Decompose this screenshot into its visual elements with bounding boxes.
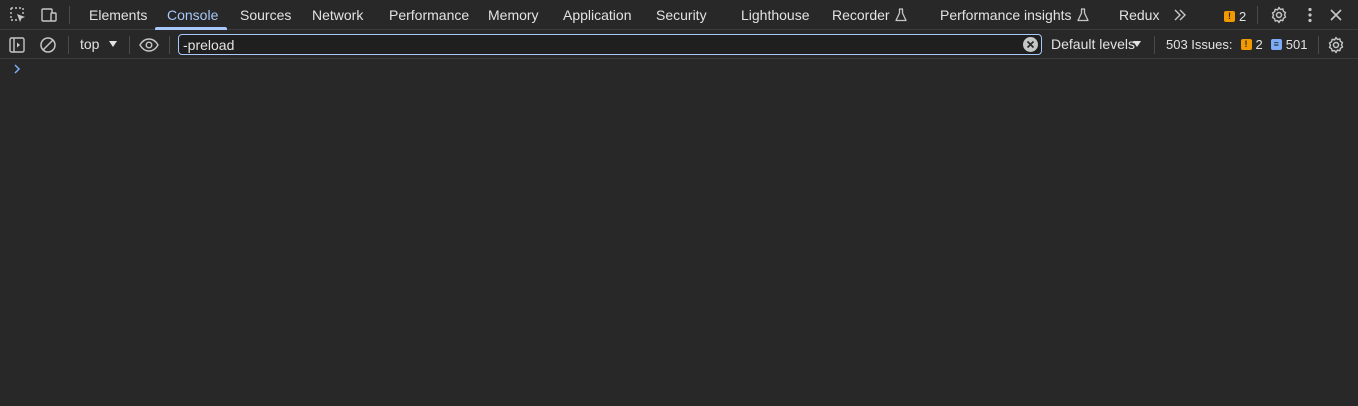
customize-menu-button[interactable] — [1299, 4, 1321, 26]
tab-recorder[interactable]: Recorder — [832, 0, 907, 30]
tab-recorder-label: Recorder — [832, 7, 890, 23]
close-devtools-button[interactable] — [1325, 4, 1347, 26]
info-message-icon: ≡ — [1270, 39, 1282, 50]
warning-count: 2 — [1239, 8, 1247, 24]
flask-icon — [894, 8, 907, 22]
gear-icon — [1271, 6, 1287, 24]
warning-icon: ! — [1224, 10, 1235, 22]
issues-label: 503 Issues: — [1166, 37, 1233, 52]
device-toolbar-icon — [41, 8, 57, 22]
sidebar-toggle-icon — [9, 37, 25, 53]
tab-sources[interactable]: Sources — [240, 0, 291, 30]
toolbar-divider — [68, 36, 69, 54]
tab-memory[interactable]: Memory — [488, 0, 539, 30]
tab-performance-insights-label: Performance insights — [940, 7, 1072, 23]
chevron-right-icon — [14, 64, 21, 74]
flask-icon — [1076, 8, 1089, 22]
more-tabs-button[interactable] — [1169, 4, 1191, 26]
gear-icon — [1328, 36, 1344, 54]
issues-info-count: 501 — [1285, 37, 1308, 52]
toolbar-divider — [69, 6, 70, 24]
tab-lighthouse[interactable]: Lighthouse — [741, 0, 810, 30]
eye-icon — [139, 38, 159, 52]
tab-elements[interactable]: Elements — [89, 0, 147, 30]
warning-icon: ! — [1240, 39, 1252, 50]
tab-console[interactable]: Console — [167, 0, 218, 30]
kebab-menu-icon — [1308, 7, 1312, 23]
toolbar-divider — [1154, 36, 1155, 54]
tab-network[interactable]: Network — [312, 0, 363, 30]
console-toolbar: top Default levels 503 Issues: ! 2 ≡ 501 — [0, 30, 1358, 59]
clear-console-button[interactable] — [37, 34, 59, 56]
chevron-double-right-icon — [1174, 9, 1186, 21]
inspect-element-button[interactable] — [7, 4, 29, 26]
toolbar-divider — [169, 36, 170, 54]
filter-input[interactable] — [183, 35, 1023, 54]
context-value: top — [80, 36, 100, 52]
inspect-element-icon — [10, 7, 25, 22]
toolbar-divider — [1318, 36, 1319, 54]
settings-button[interactable] — [1268, 4, 1290, 26]
console-filter-box — [178, 34, 1042, 55]
issues-warning-count: 2 — [1255, 37, 1263, 52]
toolbar-divider — [1257, 6, 1258, 24]
console-prompt[interactable] — [11, 62, 23, 76]
device-toolbar-button[interactable] — [38, 4, 60, 26]
tab-security[interactable]: Security — [656, 0, 707, 30]
tab-performance[interactable]: Performance — [389, 0, 469, 30]
log-levels-label: Default levels — [1051, 36, 1136, 52]
close-icon — [1330, 9, 1342, 21]
tab-redux[interactable]: Redux — [1119, 0, 1159, 30]
clear-console-icon — [40, 37, 56, 53]
tab-performance-insights[interactable]: Performance insights — [940, 0, 1089, 30]
toolbar-divider — [129, 36, 130, 54]
chevron-down-icon — [1133, 41, 1141, 47]
devtools-tab-bar: Elements Console Sources Network Perform… — [0, 0, 1358, 30]
clear-filter-button[interactable] — [1023, 37, 1038, 52]
console-settings-button[interactable] — [1325, 34, 1347, 56]
issues-counter[interactable]: 503 Issues: ! 2 ≡ 501 — [1166, 30, 1307, 59]
warnings-badge[interactable]: ! 2 — [1224, 8, 1246, 24]
javascript-context-select[interactable]: top — [80, 30, 99, 59]
live-expression-button[interactable] — [138, 34, 160, 56]
clear-circle-icon — [1026, 40, 1035, 49]
tab-application[interactable]: Application — [563, 0, 632, 30]
console-sidebar-toggle[interactable] — [6, 34, 28, 56]
chevron-down-icon — [109, 41, 117, 47]
log-levels-dropdown[interactable]: Default levels — [1051, 30, 1135, 59]
